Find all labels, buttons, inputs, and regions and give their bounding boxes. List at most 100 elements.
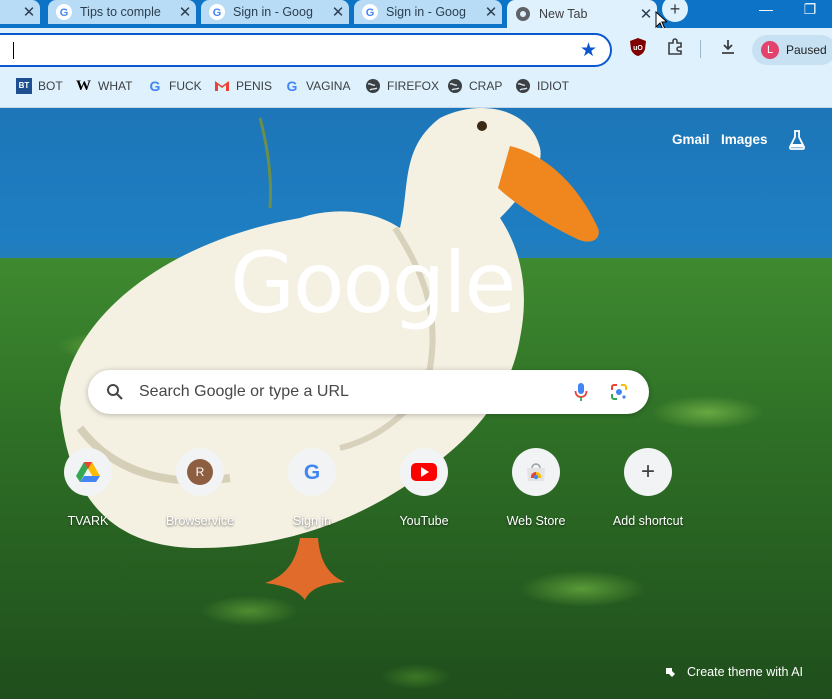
svg-text:G: G xyxy=(304,461,320,484)
google-icon: G xyxy=(287,78,298,94)
google-icon: G xyxy=(150,78,161,94)
bookmark-label: PENIS xyxy=(236,79,273,93)
r-avatar-icon: R xyxy=(187,459,213,485)
new-tab-page: Gmail Images Google Search Google or typ… xyxy=(0,108,832,699)
search-box[interactable]: Search Google or type a URL xyxy=(88,370,649,414)
shortcut-label: YouTube xyxy=(399,514,449,528)
bookmark-fuck[interactable]: G FUCK xyxy=(147,78,202,94)
extensions-icon[interactable] xyxy=(666,38,684,56)
bookmark-label: BOT xyxy=(38,79,63,93)
google-icon: G xyxy=(362,4,378,20)
close-icon[interactable]: ✕ xyxy=(174,3,196,21)
tab-1[interactable]: G Tips to comple ✕ xyxy=(48,0,196,24)
plus-icon: + xyxy=(640,458,655,485)
tab-title: Sign in - Goog xyxy=(233,5,313,19)
svg-text:G: G xyxy=(366,7,375,19)
bookmark-crap[interactable]: CRAP xyxy=(447,78,502,94)
close-icon[interactable]: ✕ xyxy=(480,3,502,21)
profile-status: Paused xyxy=(786,43,827,57)
toolbar: ★ uO L Paused xyxy=(0,28,832,70)
shortcut-youtube[interactable]: YouTube xyxy=(374,448,474,528)
close-icon[interactable]: ✕ xyxy=(18,3,40,21)
shortcut-label: TVARK xyxy=(67,514,109,528)
drive-triangle-icon xyxy=(76,462,100,482)
star-icon[interactable]: ★ xyxy=(580,39,597,62)
tab-strip: ✕ G Tips to comple ✕ G Sign in - Goog ✕ … xyxy=(0,0,832,31)
shortcut-web-store[interactable]: Web Store xyxy=(486,448,586,528)
shortcut-browservice[interactable]: R Browservice xyxy=(150,448,250,528)
text-caret xyxy=(13,42,14,59)
bookmark-idiot[interactable]: IDIOT xyxy=(515,78,569,94)
shortcut-tile xyxy=(400,448,448,496)
shortcut-tile xyxy=(64,448,112,496)
svg-text:G: G xyxy=(150,78,161,94)
search-input[interactable]: Search Google or type a URL xyxy=(139,383,349,401)
avatar: L xyxy=(761,41,779,59)
youtube-icon xyxy=(411,463,437,481)
minimize-button[interactable]: — xyxy=(746,0,786,22)
bt-icon: BT xyxy=(16,78,32,94)
tab-title: New Tab xyxy=(539,7,588,21)
bookmark-label: CRAP xyxy=(469,79,503,93)
address-bar[interactable]: ★ xyxy=(0,33,612,67)
svg-text:uO: uO xyxy=(633,45,643,52)
google-logo: Google xyxy=(230,234,516,332)
search-icon xyxy=(107,384,123,400)
globe-icon xyxy=(516,79,530,93)
close-icon[interactable]: ✕ xyxy=(327,3,349,21)
download-icon[interactable] xyxy=(719,38,737,56)
profile-button[interactable]: L Paused xyxy=(752,35,832,65)
tab-title: Sign in - Goog xyxy=(386,5,466,19)
labs-flask-icon[interactable] xyxy=(788,130,806,150)
tab-title: Tips to comple xyxy=(80,5,161,19)
bookmark-label: VAGINA xyxy=(306,79,351,93)
shortcut-label: Browservice xyxy=(165,514,235,528)
shortcut-sign-in[interactable]: G Sign in xyxy=(262,448,362,528)
google-icon: G xyxy=(209,4,225,20)
bookmark-firefox[interactable]: FIREFOX xyxy=(365,78,439,94)
bookmark-penis[interactable]: PENIS xyxy=(214,78,272,94)
shortcut-label: Sign in xyxy=(292,514,332,528)
shortcut-label: Add shortcut xyxy=(612,514,684,528)
shortcut-tile xyxy=(512,448,560,496)
webstore-icon xyxy=(527,463,545,481)
bookmark-label: FUCK xyxy=(169,79,202,93)
google-icon: G xyxy=(304,461,320,484)
globe-icon xyxy=(448,79,462,93)
google-icon: G xyxy=(56,4,72,20)
chrome-icon xyxy=(516,7,530,21)
bookmark-what[interactable]: W WHAT xyxy=(76,78,132,94)
maximize-button[interactable]: ❐ xyxy=(790,0,830,22)
bookmark-vagina[interactable]: G VAGINA xyxy=(284,78,351,94)
google-lens-icon[interactable] xyxy=(610,383,628,401)
shortcut-tile: R xyxy=(176,448,224,496)
create-theme-label: Create theme with AI xyxy=(687,665,804,679)
tab-2[interactable]: G Sign in - Goog ✕ xyxy=(201,0,349,24)
gmail-link[interactable]: Gmail xyxy=(672,132,710,147)
tab-4[interactable]: New Tab ✕ xyxy=(507,0,657,28)
shortcut-tile: G xyxy=(288,448,336,496)
ublock-icon[interactable]: uO xyxy=(630,38,646,56)
shortcut-add[interactable]: + Add shortcut xyxy=(598,448,698,528)
bookmark-label: WHAT xyxy=(98,79,133,93)
bookmark-bot[interactable]: BT BOT xyxy=(16,78,63,94)
create-theme-button[interactable]: Create theme with AI xyxy=(664,665,803,679)
toolbar-divider xyxy=(700,40,701,58)
sparkle-icon xyxy=(666,668,675,677)
w-icon: W xyxy=(76,78,91,94)
bookmarks-bar: BT BOT W WHAT G FUCK PENIS G VAGINA FIRE… xyxy=(0,70,832,108)
globe-icon xyxy=(366,79,380,93)
images-link[interactable]: Images xyxy=(721,132,768,147)
tab-0[interactable]: ✕ xyxy=(0,0,40,24)
bookmark-label: IDIOT xyxy=(537,79,569,93)
tab-3[interactable]: G Sign in - Goog ✕ xyxy=(354,0,502,24)
shortcut-tile: + xyxy=(624,448,672,496)
close-icon[interactable]: ✕ xyxy=(635,5,657,23)
svg-text:G: G xyxy=(213,7,222,19)
bookmark-label: FIREFOX xyxy=(387,79,440,93)
shortcut-label: Web Store xyxy=(506,514,566,528)
svg-text:G: G xyxy=(60,7,69,19)
microphone-icon[interactable] xyxy=(574,382,588,402)
shortcut-tvark[interactable]: TVARK xyxy=(38,448,138,528)
gmail-icon xyxy=(215,81,229,91)
